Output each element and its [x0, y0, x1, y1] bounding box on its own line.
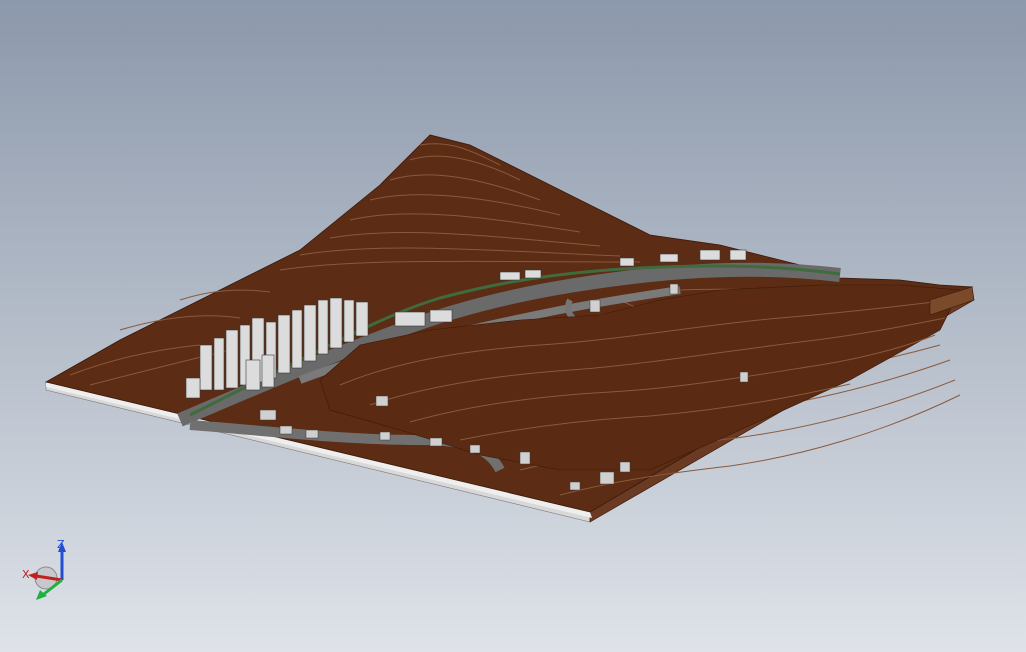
terrain-model[interactable] — [0, 0, 1026, 652]
graphics-viewport[interactable]: Z X — [0, 0, 1026, 652]
z-axis-label: Z — [57, 538, 65, 551]
x-axis-label: X — [22, 568, 30, 581]
coordinate-triad-icon[interactable]: Z X — [18, 532, 78, 610]
